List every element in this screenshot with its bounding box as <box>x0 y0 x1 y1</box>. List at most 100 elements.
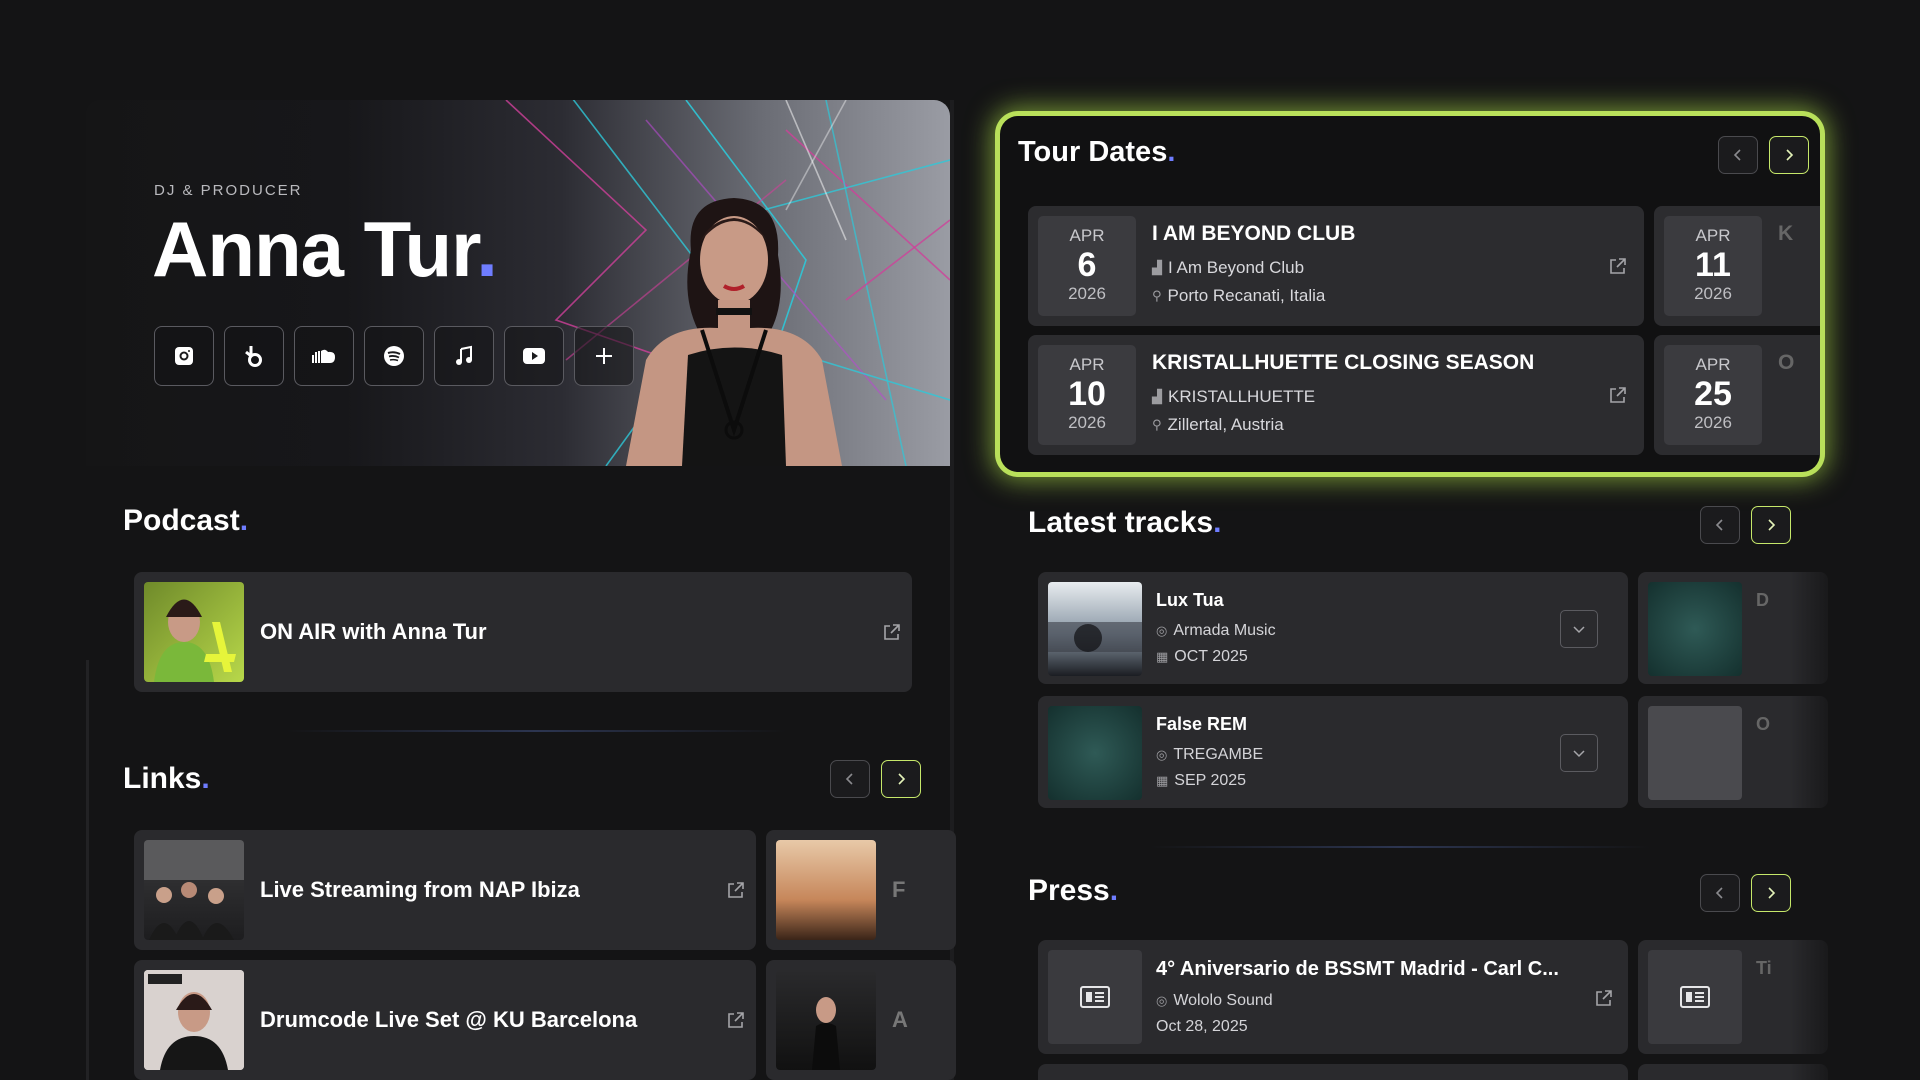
artist-hero: DJ & PRODUCER Anna Tur. <box>86 100 950 466</box>
tour-card-peek[interactable]: APR 25 2026 O <box>1654 335 1820 455</box>
track-date: ▦ OCT 2025 <box>1156 648 1248 666</box>
peek-letter: A <box>892 1007 908 1032</box>
date-month: APR <box>1695 355 1731 374</box>
external-link-icon[interactable] <box>726 1010 746 1030</box>
artist-role: DJ & PRODUCER <box>154 182 303 199</box>
more-links-button[interactable] <box>574 326 634 386</box>
title-dot: . <box>1213 506 1222 539</box>
chevron-right-icon <box>1786 149 1794 161</box>
track-label: ◎ Armada Music <box>1156 622 1276 640</box>
tour-dates-panel: Tour Dates. APR 6 2026 I AM BEYOND CLUB … <box>1000 116 1820 472</box>
soundcloud-button[interactable] <box>294 326 354 386</box>
press-heading-text: Press <box>1028 874 1110 907</box>
tracks-prev-button[interactable] <box>1700 506 1740 544</box>
date-badge: APR 10 2026 <box>1038 345 1136 445</box>
press-prev-button[interactable] <box>1700 874 1740 912</box>
link-card[interactable]: Drumcode Live Set @ KU Barcelona <box>134 960 756 1080</box>
date-year: 2026 <box>1694 413 1732 432</box>
crowd-photo <box>144 840 244 940</box>
music-button[interactable] <box>434 326 494 386</box>
track-card[interactable]: Lux Tua ◎ Armada Music ▦ OCT 2025 <box>1038 572 1628 684</box>
date-day: 25 <box>1694 375 1732 413</box>
tour-next-button[interactable] <box>1769 136 1809 174</box>
external-link-icon[interactable] <box>882 622 902 642</box>
peek-letter: K <box>1778 222 1794 245</box>
map-pin-icon: ⚲ <box>1152 288 1162 303</box>
date-day: 11 <box>1695 246 1731 284</box>
peek-letter: O <box>1756 714 1771 734</box>
press-heading: Press. <box>1028 874 1118 908</box>
event-name: I AM BEYOND CLUB <box>1152 222 1356 245</box>
event-location: ⚲ Porto Recanati, Italia <box>1152 286 1325 306</box>
link-card-peek[interactable]: F <box>766 830 956 950</box>
peek-letter: Ti <box>1756 958 1772 978</box>
carousel-fade-overlay <box>1790 560 1840 1080</box>
track-cover-placeholder <box>1648 706 1742 800</box>
track-card[interactable]: False REM ◎ TREGAMBE ▦ SEP 2025 <box>1038 696 1628 808</box>
press-thumbnail <box>1648 950 1742 1044</box>
track-cover <box>1648 582 1742 676</box>
podcast-cover <box>144 582 244 682</box>
links-heading-text: Links <box>123 762 202 795</box>
link-title: Live Streaming from NAP Ibiza <box>260 877 580 902</box>
tour-prev-button[interactable] <box>1718 136 1758 174</box>
link-title: Drumcode Live Set @ KU Barcelona <box>260 1007 638 1032</box>
press-card-next[interactable] <box>1038 1064 1628 1080</box>
tour-card[interactable]: APR 6 2026 I AM BEYOND CLUB ▟ I Am Beyond… <box>1028 206 1644 326</box>
chevron-down-icon <box>1573 750 1585 758</box>
links-next-button[interactable] <box>881 760 921 798</box>
spotify-button[interactable] <box>364 326 424 386</box>
press-date: Oct 28, 2025 <box>1156 1018 1248 1035</box>
chevron-right-icon <box>1768 519 1776 531</box>
tour-card[interactable]: APR 10 2026 KRISTALLHUETTE CLOSING SEASO… <box>1028 335 1644 455</box>
press-source: ◎ Wololo Sound <box>1156 992 1273 1010</box>
expand-track-button[interactable] <box>1560 610 1598 648</box>
chevron-left-icon <box>1715 519 1723 531</box>
date-year: 2026 <box>1068 413 1106 432</box>
podcast-card[interactable]: ON AIR with Anna Tur <box>134 572 912 692</box>
expand-track-button[interactable] <box>1560 734 1598 772</box>
press-next-button[interactable] <box>1751 874 1791 912</box>
chevron-down-icon <box>1573 626 1585 634</box>
links-carousel-nav <box>830 760 921 798</box>
date-month: APR <box>1695 226 1731 245</box>
external-link-icon[interactable] <box>1594 988 1614 1008</box>
youtube-button[interactable] <box>504 326 564 386</box>
event-venue-text: KRISTALLHUETTE <box>1168 387 1316 406</box>
link-card[interactable]: Live Streaming from NAP Ibiza <box>134 830 756 950</box>
date-badge: APR 11 2026 <box>1664 216 1762 316</box>
external-link-icon[interactable] <box>1608 256 1628 276</box>
tracks-heading: Latest tracks. <box>1028 506 1221 540</box>
track-date-text: SEP 2025 <box>1174 772 1247 789</box>
links-prev-button[interactable] <box>830 760 870 798</box>
event-venue-text: I Am Beyond Club <box>1168 258 1305 277</box>
chevron-right-icon <box>1768 887 1776 899</box>
link-thumbnail <box>144 970 244 1070</box>
date-day: 10 <box>1068 375 1106 413</box>
tracks-next-button[interactable] <box>1751 506 1791 544</box>
tracks-carousel-nav <box>1700 506 1791 544</box>
beatport-button[interactable] <box>224 326 284 386</box>
tracks-heading-text: Latest tracks <box>1028 506 1214 539</box>
artist-photo <box>626 198 842 466</box>
building-icon: ▟ <box>1152 389 1162 404</box>
calendar-icon: ▦ <box>1156 649 1169 664</box>
press-title: 4° Aniversario de BSSMT Madrid - Carl C.… <box>1156 958 1559 980</box>
instagram-button[interactable] <box>154 326 214 386</box>
event-venue: ▟ I Am Beyond Club <box>1152 258 1304 278</box>
label-icon: ◎ <box>1156 623 1168 638</box>
tour-card-peek[interactable]: APR 11 2026 K <box>1654 206 1820 326</box>
section-divider <box>1150 846 1650 848</box>
date-day: 6 <box>1077 246 1097 284</box>
instagram-icon <box>175 347 193 365</box>
social-links <box>154 326 634 386</box>
press-card[interactable]: 4° Aniversario de BSSMT Madrid - Carl C.… <box>1038 940 1628 1054</box>
link-card-peek[interactable]: A <box>766 960 956 1080</box>
track-date-text: OCT 2025 <box>1174 648 1248 665</box>
podcast-cover-art <box>154 599 236 682</box>
external-link-icon[interactable] <box>1608 385 1628 405</box>
track-date: ▦ SEP 2025 <box>1156 772 1246 790</box>
peek-letter: O <box>1778 351 1795 374</box>
link-thumbnail <box>776 840 876 940</box>
external-link-icon[interactable] <box>726 880 746 900</box>
